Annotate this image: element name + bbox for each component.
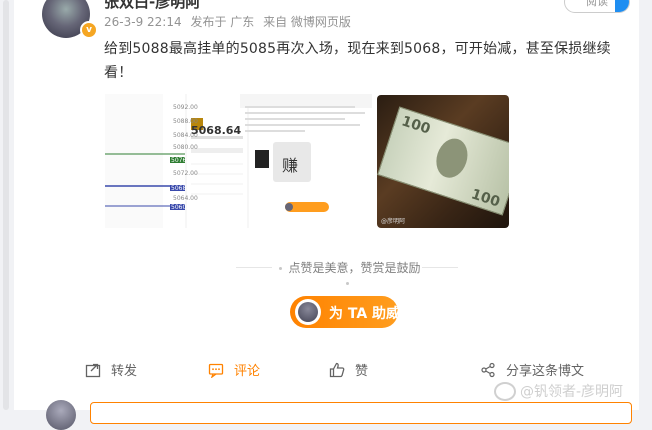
trading-screenshot-graphic [105,94,372,228]
repost-icon [85,363,101,377]
share-icon [481,362,495,377]
bill-portrait [431,134,473,182]
post-source: 来自 微博网页版 [263,15,351,29]
username[interactable]: 张双白-彦明阿 [104,0,200,12]
page-watermark: @钒领者-彦明阿 [494,381,623,401]
scroll-thumb[interactable] [3,0,9,410]
weibo-logo-icon [494,381,516,401]
axis-label-8: 5060.00 [171,204,196,211]
axis-label-3: 5080.00 [173,144,198,151]
comment-button[interactable]: 评论 [208,360,260,379]
dot-icon [279,267,283,270]
post-meta: 26-3-9 22:14 发布于 广东 来自 微博网页版 [104,13,356,30]
axis-label-0: 5092.00 [173,104,198,111]
left-scrollbar[interactable] [0,0,12,410]
post-image-trading[interactable]: 5092.00 5088.00 5084.00 5080.00 5076.00 … [105,94,372,228]
divider-left [236,267,272,268]
read-button[interactable]: 阅读 [564,0,630,13]
post-text: 给到5088最高挂单的5085再次入场，现在来到5068，可开始减，甚至保损继续… [104,41,611,81]
price-main: 5068.64 [191,124,242,137]
commenter-avatar[interactable] [46,400,76,430]
repost-button[interactable]: 转发 [85,360,137,379]
comment-input[interactable] [90,402,632,424]
dot-icon [345,282,349,285]
share-button[interactable]: 分享这条博文 [480,360,584,379]
verified-badge-icon: v [80,21,98,39]
reward-divider: 点赞是美意，赞赏是鼓励 [272,259,422,290]
axis-label-7: 5064.00 [173,195,198,202]
dollar-bill: 100 100 [377,106,509,216]
support-button[interactable]: 为 TA 助威 [290,296,400,328]
right-gutter [639,0,652,410]
divider-right [422,267,458,268]
like-icon [329,362,345,377]
like-button[interactable]: 赞 [329,360,368,379]
axis-label-4: 5076.00 [171,157,196,164]
axis-label-5: 5072.00 [173,170,198,177]
axis-label-6: 5068.00 [171,185,196,192]
comment-icon [208,363,224,378]
post-location: 发布于 广东 [190,15,255,29]
post-image-money[interactable]: 100 100 @彦明阿 [377,95,509,228]
support-avatar [295,299,321,325]
zhuan-char: 赚 [282,156,299,175]
image-watermark: @彦明阿 [381,218,406,225]
post-date[interactable]: 26-3-9 22:14 [104,15,182,29]
